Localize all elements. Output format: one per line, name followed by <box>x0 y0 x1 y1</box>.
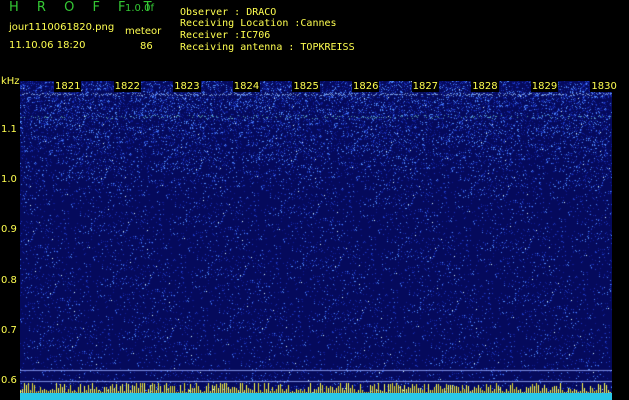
minute-label: 1830 <box>590 81 618 92</box>
baseline-bar <box>20 393 612 400</box>
header-panel: H R O F F T 1.0.0f jour1110061820.png me… <box>0 0 629 76</box>
meteor-label: meteor <box>125 26 162 37</box>
frequency-tick-label: 0.6 <box>1 375 17 386</box>
version-label: 1.0.0f <box>125 3 154 14</box>
minute-label: 1828 <box>471 81 499 92</box>
minute-label: 1829 <box>530 81 559 92</box>
minute-label: 1827 <box>411 81 440 92</box>
minute-label: 1821 <box>54 81 82 92</box>
frequency-tick-label: 1.1 <box>1 124 17 135</box>
spectrogram <box>20 81 612 394</box>
frequency-tick-label: 0.8 <box>1 275 17 286</box>
minute-label: 1823 <box>173 81 201 92</box>
timestamp-label: 11.10.06 18:20 <box>9 40 86 51</box>
antenna-info: Receiving antenna : TOPKREISS <box>180 42 355 53</box>
location-info: Receiving Location :Cannes <box>180 18 337 29</box>
frequency-tick-label: 0.7 <box>1 325 17 336</box>
minute-label: 1826 <box>352 81 380 92</box>
frequency-tick-label: 0.9 <box>1 224 17 235</box>
meteor-count: 86 <box>140 41 153 52</box>
frequency-unit-label: kHz <box>1 76 20 87</box>
filename-label: jour1110061820.png <box>9 22 115 33</box>
frequency-tick-label: 1.0 <box>1 174 17 185</box>
minute-label: 1824 <box>232 81 261 92</box>
minute-label: 1822 <box>113 81 142 92</box>
observer-info: Observer : DRACO <box>180 7 277 18</box>
receiver-info: Receiver :IC706 <box>180 30 271 41</box>
minute-label: 1825 <box>292 81 320 92</box>
